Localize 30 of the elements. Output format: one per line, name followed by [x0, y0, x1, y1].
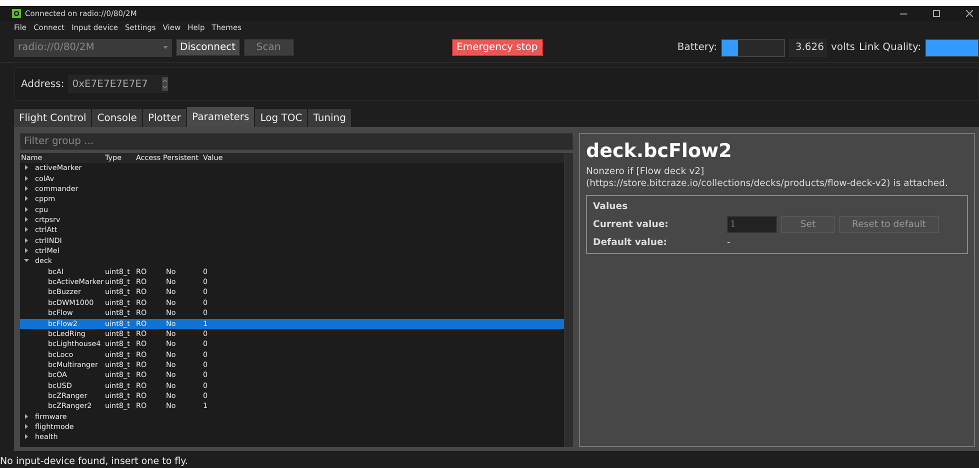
link-quality-label: Link Quality: [858, 42, 921, 53]
address-field[interactable]: 0xE7E7E7E7E7 [68, 75, 168, 93]
default-value: - [727, 237, 732, 248]
tab[interactable]: Parameters [187, 107, 254, 127]
app-logo-icon [12, 9, 21, 18]
battery-meter [721, 38, 786, 56]
current-value-field[interactable]: 1 [727, 216, 777, 233]
values-heading: Values [593, 201, 629, 212]
scrollbar[interactable] [564, 153, 573, 447]
dropdown-arrow-icon [163, 46, 168, 49]
current-value-label: Current value: [593, 219, 670, 230]
parameter-description: Nonzero if [Flow deck v2](https://store.bitcraze.io/collections/decks/products/flow-deck-v2) is attached. [586, 166, 949, 190]
tab[interactable]: Log TOC [255, 109, 308, 127]
tab[interactable]: Tuning [308, 109, 351, 127]
voltage-unit: volts [831, 42, 855, 53]
tab[interactable]: Console [92, 109, 142, 127]
default-value-label: Default value: [593, 237, 668, 248]
status-message: No input-device found, insert one to fly. [0, 455, 189, 467]
toolbar-button[interactable]: Disconnect [176, 39, 240, 56]
spinner-icon[interactable] [162, 77, 168, 91]
address-label: Address: [21, 78, 64, 90]
tab[interactable]: Flight Control [14, 109, 92, 127]
expanded-arrow-icon[interactable] [24, 258, 29, 264]
voltage-reading: 3.626 [789, 38, 828, 56]
tab[interactable]: Plotter [142, 109, 186, 127]
parameter-title: deck.bcFlow2 [586, 140, 733, 162]
close-icon[interactable] [966, 10, 973, 17]
filter-field[interactable]: Filter group ... [20, 133, 573, 150]
battery-label: Battery: [677, 42, 718, 53]
maximize-icon[interactable] [933, 10, 940, 17]
